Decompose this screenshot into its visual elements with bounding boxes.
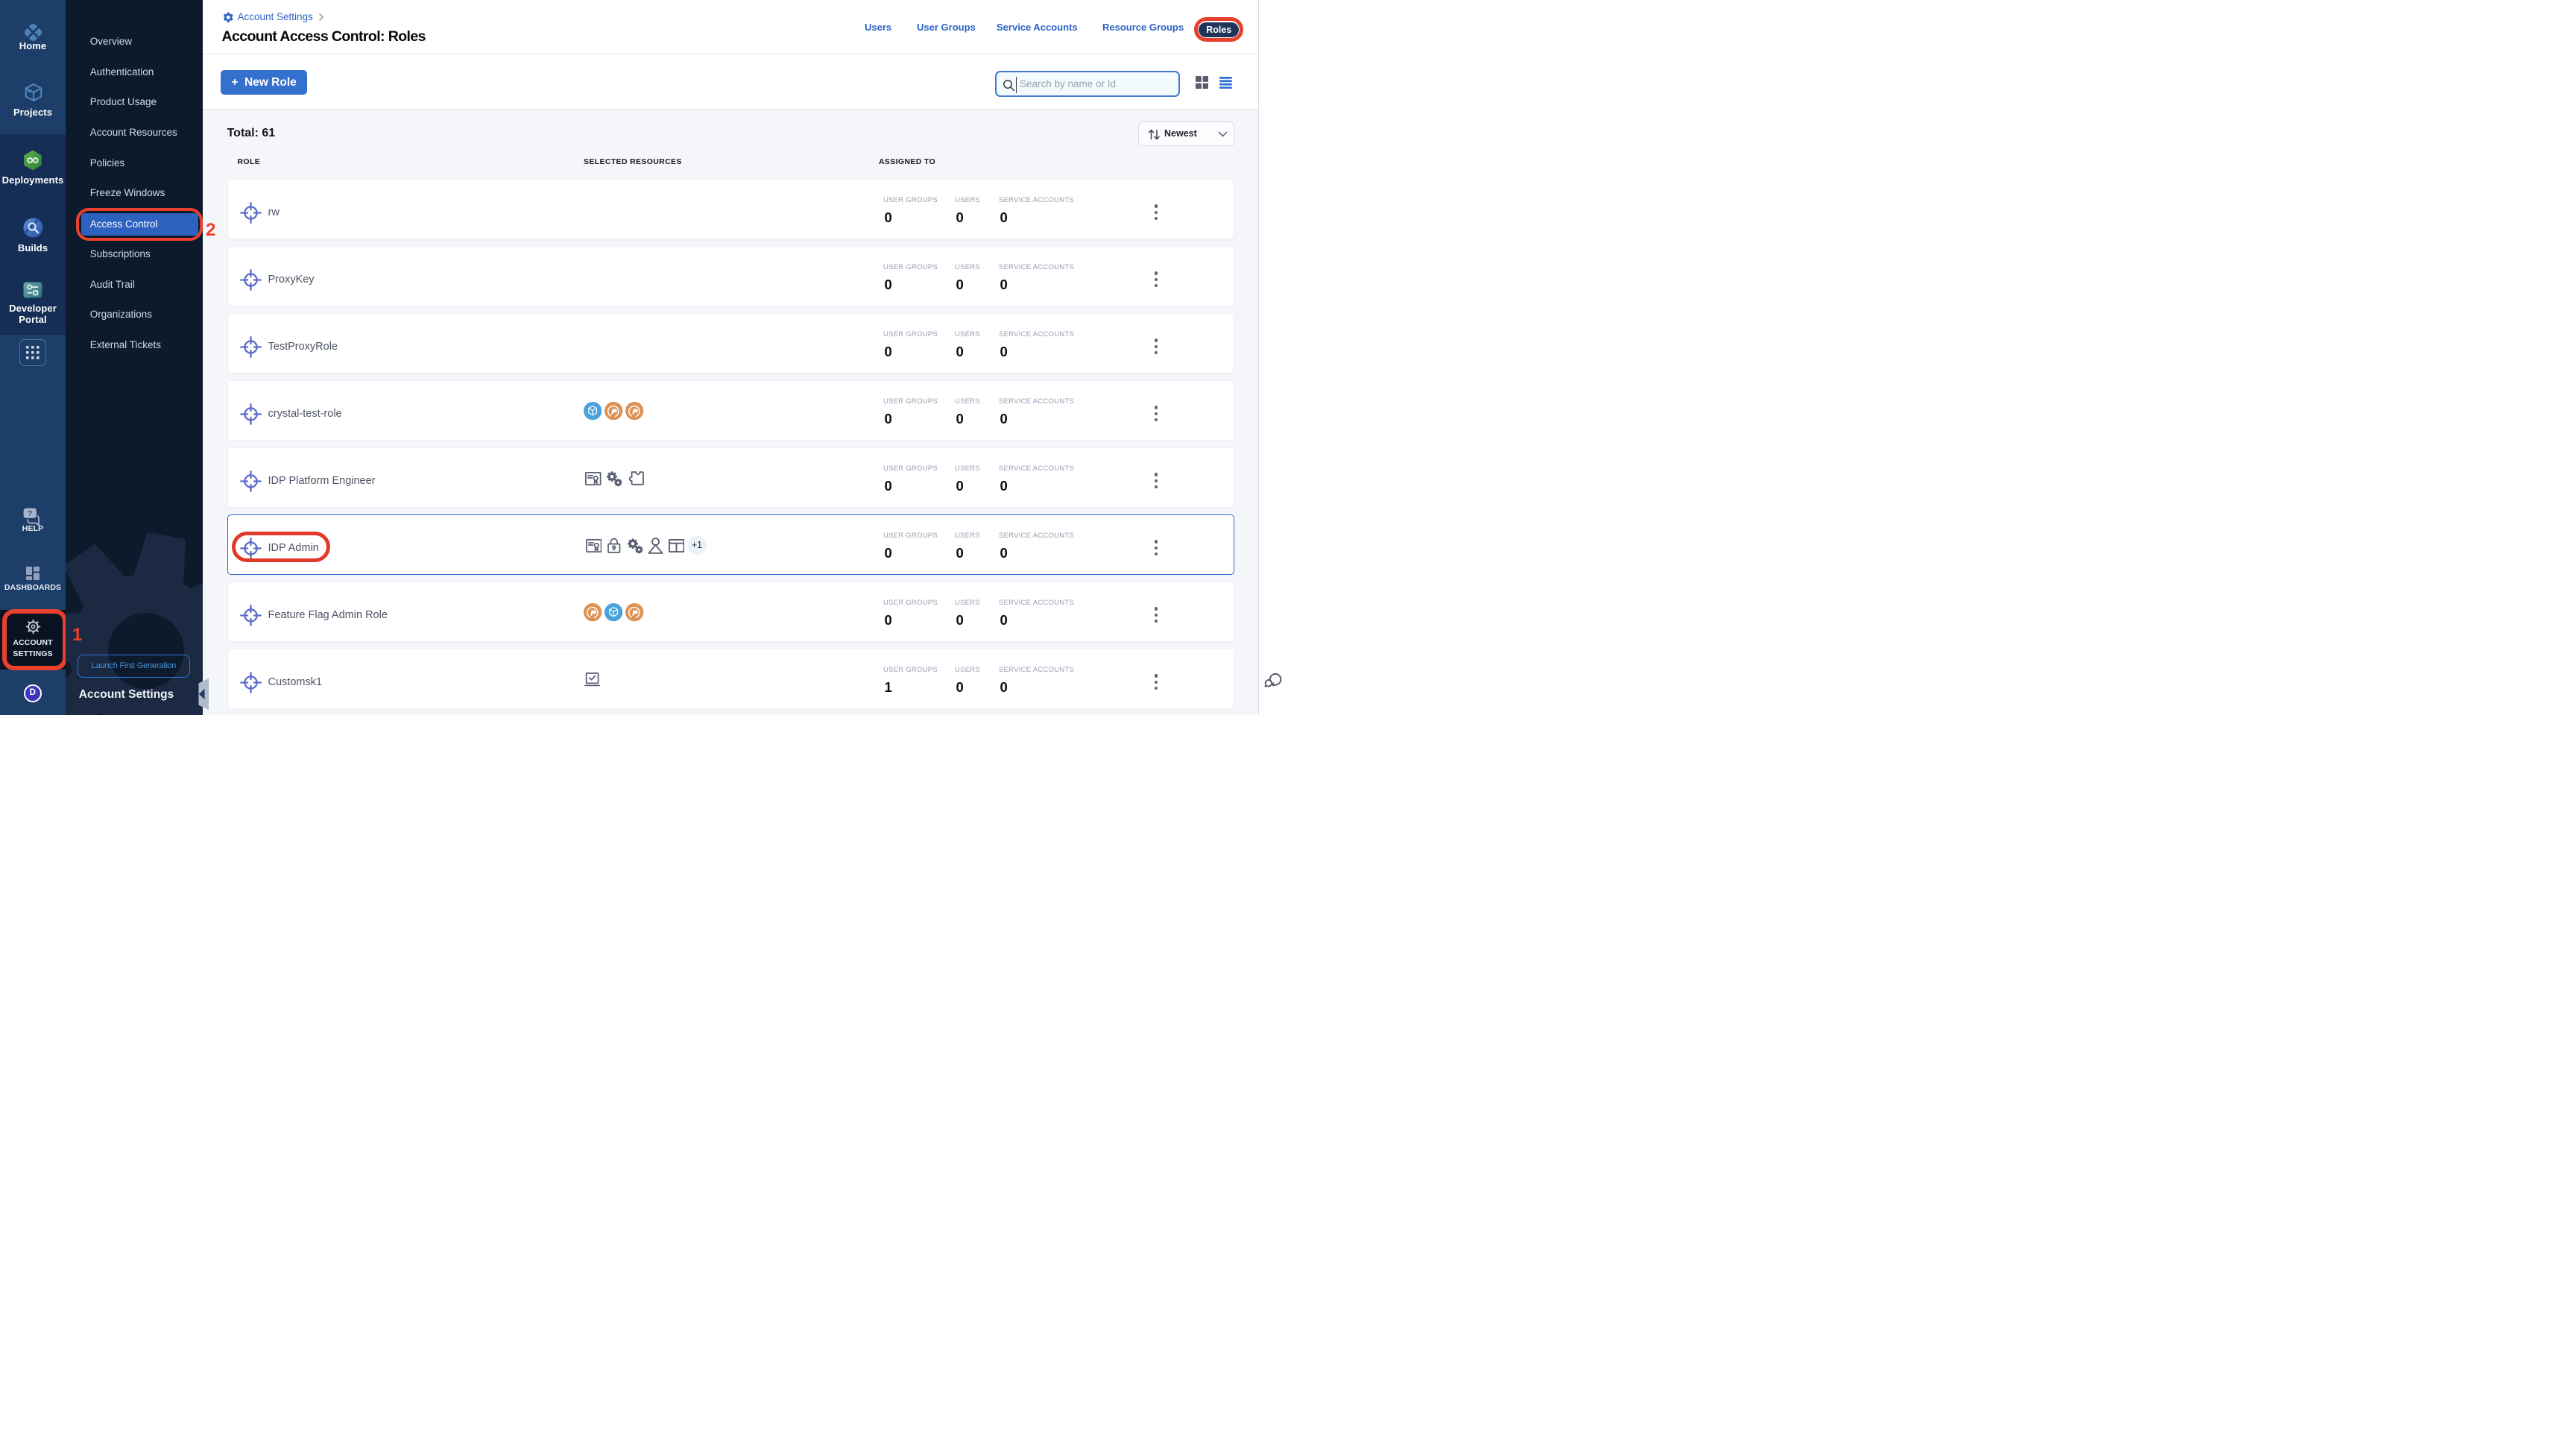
svg-text:?: ? bbox=[28, 510, 32, 518]
